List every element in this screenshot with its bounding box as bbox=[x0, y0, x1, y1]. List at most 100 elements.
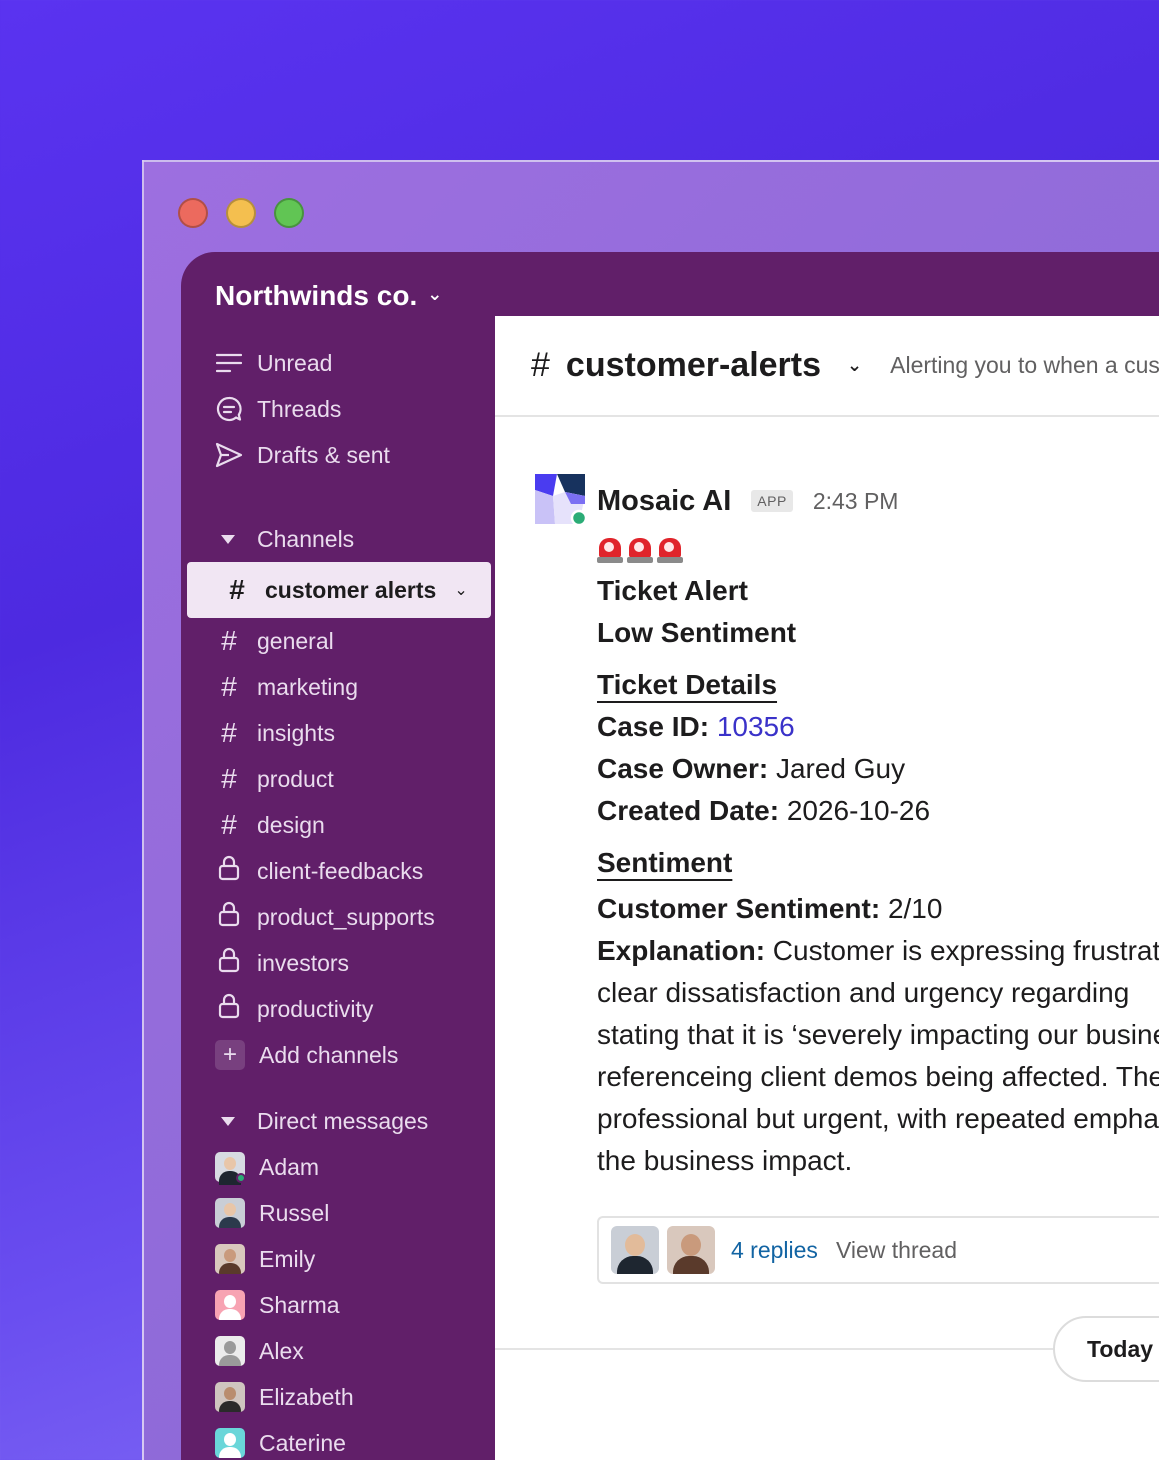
hash-icon: # bbox=[221, 763, 237, 794]
sidebar-channel-client-feedbacks[interactable]: client-feedbacks bbox=[181, 848, 495, 894]
send-icon bbox=[215, 441, 243, 469]
hash-icon: # bbox=[221, 717, 237, 748]
app-window: Northwinds co. ⌄ Unread Threads Drafts &… bbox=[142, 160, 1159, 1460]
dm-name: Adam bbox=[259, 1153, 320, 1180]
explanation-text: Customer is expressing frustration bbox=[765, 935, 1159, 966]
siren-icon bbox=[627, 536, 653, 564]
thread-summary[interactable]: 4 replies View thread bbox=[597, 1216, 1159, 1284]
unread-lines-icon bbox=[215, 349, 243, 377]
sender-name[interactable]: Mosaic AI bbox=[597, 485, 731, 518]
channel-title-button[interactable]: # customer-alerts ⌄ bbox=[531, 346, 862, 385]
sidebar-dm-russel[interactable]: Russel bbox=[181, 1190, 495, 1236]
channel-label: product_supports bbox=[257, 903, 435, 930]
case-id-row: Case ID: 10356 bbox=[597, 706, 1159, 748]
case-id-link[interactable]: 10356 bbox=[717, 711, 795, 742]
dm-header: Direct messages bbox=[257, 1107, 429, 1134]
hash-icon: # bbox=[229, 574, 245, 605]
sidebar-dm-emily[interactable]: Emily bbox=[181, 1236, 495, 1282]
mosaic-ai-avatar[interactable] bbox=[535, 474, 588, 527]
hash-icon: # bbox=[221, 625, 237, 656]
channel-label: client-feedbacks bbox=[257, 857, 424, 884]
sidebar-channel-customer-alerts[interactable]: # customer alerts ⌄ bbox=[187, 562, 491, 618]
channel-label: investors bbox=[257, 949, 350, 976]
sidebar-channel-insights[interactable]: # insights bbox=[181, 710, 495, 756]
sidebar-item-drafts[interactable]: Drafts & sent bbox=[181, 432, 495, 478]
app-badge: APP bbox=[751, 490, 793, 512]
channels-header: Channels bbox=[257, 525, 355, 552]
hash-icon: # bbox=[221, 809, 237, 840]
case-id-label: Case ID: bbox=[597, 711, 710, 742]
avatar bbox=[215, 1152, 246, 1185]
created-date-row: Created Date: 2026-10-26 bbox=[597, 790, 1159, 832]
caret-down-icon bbox=[221, 1116, 235, 1126]
sidebar-item-label: Threads bbox=[257, 395, 342, 422]
close-window-button[interactable] bbox=[178, 198, 208, 228]
created-date-value: 2026-10-26 bbox=[786, 795, 931, 826]
channels-section-toggle[interactable]: Channels bbox=[181, 516, 495, 562]
sidebar-item-threads[interactable]: Threads bbox=[181, 386, 495, 432]
date-divider-label: Today bbox=[1087, 1335, 1154, 1362]
siren-icon bbox=[597, 536, 623, 564]
message-time[interactable]: 2:43 PM bbox=[813, 488, 899, 515]
dm-name: Alex bbox=[259, 1337, 304, 1364]
lock-icon bbox=[215, 855, 243, 888]
sidebar-channel-investors[interactable]: investors bbox=[181, 940, 495, 986]
dm-name: Emily bbox=[259, 1245, 316, 1272]
explanation-line: Explanation: Customer is expressing frus… bbox=[597, 930, 1159, 972]
sidebar-dm-elizabeth[interactable]: Elizabeth bbox=[181, 1374, 495, 1420]
channel-view: # customer-alerts ⌄ Alerting you to when… bbox=[495, 316, 1159, 1460]
dm-section-toggle[interactable]: Direct messages bbox=[181, 1098, 495, 1144]
caret-down-icon bbox=[221, 534, 235, 544]
sentiment-heading: Sentiment bbox=[597, 847, 733, 878]
threads-icon bbox=[215, 395, 243, 423]
chevron-down-icon: ⌄ bbox=[427, 283, 443, 304]
alert-subtitle: Low Sentiment bbox=[597, 617, 797, 648]
sidebar-channel-design[interactable]: # design bbox=[181, 802, 495, 848]
replies-link[interactable]: 4 replies bbox=[731, 1237, 818, 1264]
sidebar-item-label: Unread bbox=[257, 349, 333, 376]
sidebar-item-unread[interactable]: Unread bbox=[181, 340, 495, 386]
case-owner-row: Case Owner: Jared Guy bbox=[597, 748, 1159, 790]
sentiment-score-label: Customer Sentiment: bbox=[597, 893, 881, 924]
sidebar-dm-alex[interactable]: Alex bbox=[181, 1328, 495, 1374]
sidebar: Unread Threads Drafts & sent Channels # bbox=[181, 340, 495, 1460]
online-status-icon bbox=[236, 1173, 246, 1183]
explanation-line: clear dissatisfaction and urgency regard… bbox=[597, 977, 1130, 1008]
sidebar-dm-caterine[interactable]: Caterine bbox=[181, 1420, 495, 1460]
view-thread-link[interactable]: View thread bbox=[836, 1237, 957, 1264]
case-owner-value: Jared Guy bbox=[775, 753, 906, 784]
sidebar-channel-product-supports[interactable]: product_supports bbox=[181, 894, 495, 940]
dm-name: Elizabeth bbox=[259, 1383, 354, 1410]
date-divider-pill[interactable]: Today bbox=[1053, 1316, 1159, 1382]
explanation-line: the business impact. bbox=[597, 1145, 853, 1176]
channel-name: customer-alerts bbox=[565, 346, 822, 384]
alert-title: Ticket Alert bbox=[597, 575, 748, 606]
channel-label: marketing bbox=[257, 673, 358, 700]
minimize-window-button[interactable] bbox=[226, 198, 256, 228]
sidebar-channel-general[interactable]: # general bbox=[181, 618, 495, 664]
case-owner-label: Case Owner: bbox=[597, 753, 769, 784]
message-body: Mosaic AI APP 2:43 PM Ticket Alert Low S… bbox=[597, 474, 1159, 1284]
plus-icon: + bbox=[215, 1040, 245, 1070]
avatar bbox=[215, 1198, 245, 1228]
sidebar-channel-product[interactable]: # product bbox=[181, 756, 495, 802]
avatar bbox=[215, 1244, 245, 1274]
ticket-details-heading: Ticket Details bbox=[597, 669, 778, 700]
avatar bbox=[667, 1226, 715, 1274]
sidebar-dm-sharma[interactable]: Sharma bbox=[181, 1282, 495, 1328]
explanation-line: referenceing client demos being affected… bbox=[597, 1061, 1159, 1092]
add-channels-label: Add channels bbox=[259, 1041, 399, 1068]
hash-icon: # bbox=[221, 671, 237, 702]
siren-icon bbox=[657, 536, 683, 564]
channel-label: general bbox=[257, 627, 334, 654]
workspace-switcher[interactable]: Northwinds co. ⌄ bbox=[215, 280, 442, 312]
add-channels-button[interactable]: + Add channels bbox=[181, 1032, 495, 1078]
channel-topic[interactable]: Alerting you to when a customer has low … bbox=[890, 352, 1159, 379]
chevron-down-icon[interactable]: ⌄ bbox=[454, 580, 467, 600]
channel-label: product bbox=[257, 765, 334, 792]
sidebar-channel-marketing[interactable]: # marketing bbox=[181, 664, 495, 710]
sidebar-channel-productivity[interactable]: productivity bbox=[181, 986, 495, 1032]
zoom-window-button[interactable] bbox=[274, 198, 304, 228]
sidebar-dm-adam[interactable]: Adam bbox=[181, 1144, 495, 1190]
channel-header: # customer-alerts ⌄ Alerting you to when… bbox=[495, 316, 1159, 417]
